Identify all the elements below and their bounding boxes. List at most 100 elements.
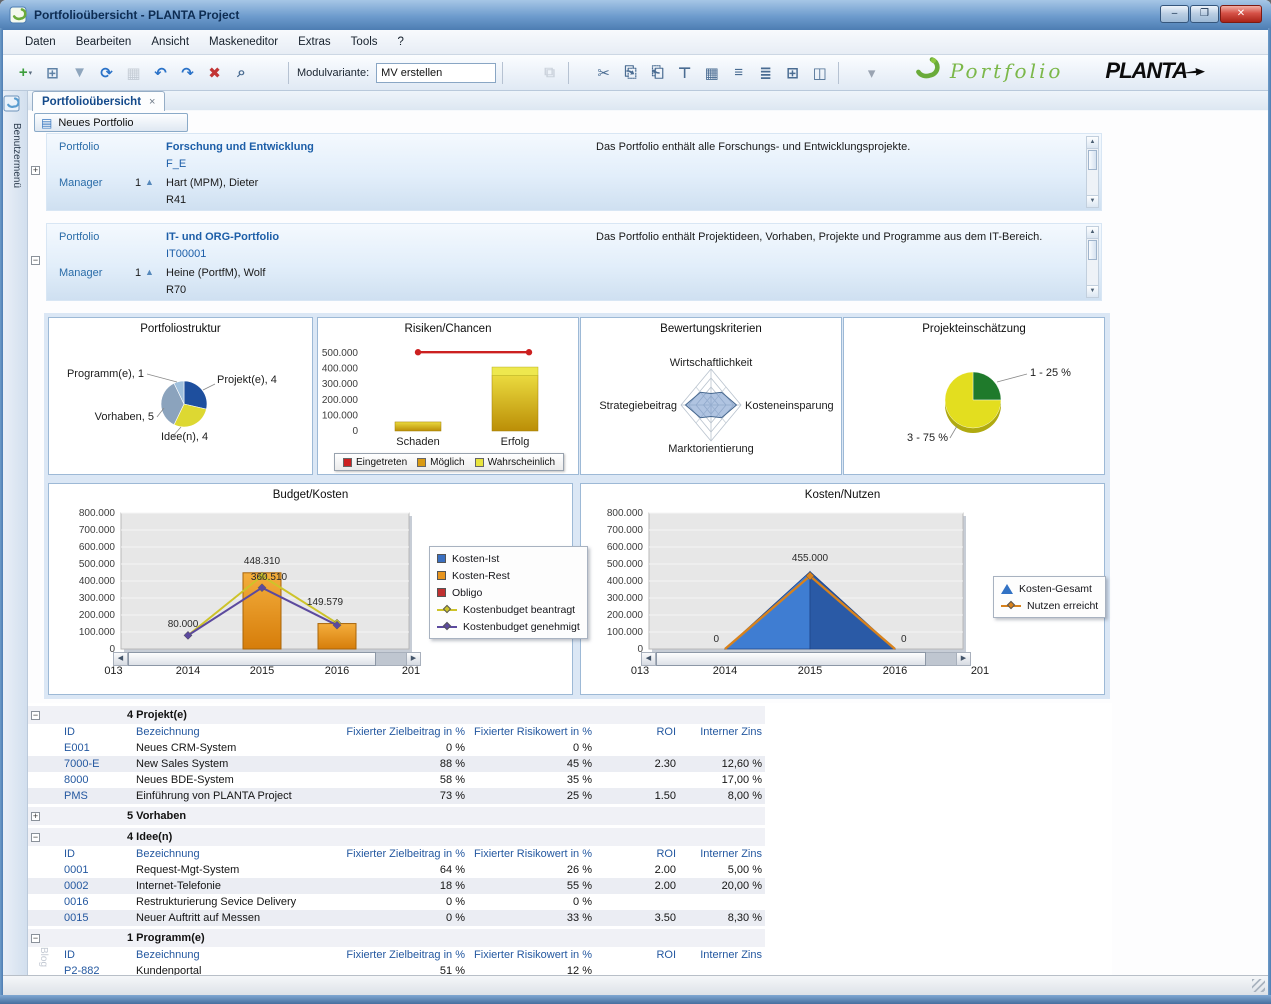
kosten-nutzen-scrollbar[interactable]: ◀▶ bbox=[641, 652, 971, 666]
numbered-list-icon[interactable]: ≣ bbox=[753, 61, 778, 85]
table-group-row[interactable]: −4 Idee(n) bbox=[28, 828, 765, 846]
toolbar-overflow-icon[interactable]: ▾ bbox=[859, 61, 884, 85]
scroll-track[interactable] bbox=[926, 653, 956, 665]
close-button[interactable]: ✕ bbox=[1220, 5, 1262, 23]
table-row[interactable]: PMSEinführung von PLANTA Project73 %25 %… bbox=[28, 788, 765, 804]
table-row[interactable]: 7000-ENew Sales System88 %45 %2.3012,60 … bbox=[28, 756, 765, 772]
grid-add-icon[interactable]: ⊞ bbox=[780, 61, 805, 85]
expand-icon[interactable]: + bbox=[31, 812, 40, 821]
portfolio-leaf-icon bbox=[911, 57, 941, 84]
resize-grip[interactable] bbox=[1252, 979, 1265, 992]
collapse-icon[interactable]: − bbox=[31, 934, 40, 943]
resource-grid-icon[interactable]: ◫ bbox=[807, 61, 832, 85]
delete-icon[interactable]: ✖ bbox=[202, 61, 227, 85]
portfolio-name-link[interactable]: Forschung und Entwicklung bbox=[166, 141, 314, 153]
insert-before-icon[interactable]: ⎘ bbox=[618, 61, 643, 85]
table-row[interactable]: 0001Request-Mgt-System64 %26 %2.005,00 % bbox=[28, 862, 765, 878]
scroll-up-button[interactable]: ▲ bbox=[1087, 137, 1098, 149]
add-icon[interactable]: +▾ bbox=[13, 61, 38, 85]
user-menu-icon[interactable] bbox=[3, 95, 20, 112]
scroll-right-button[interactable]: ▶ bbox=[406, 653, 420, 665]
save-icon[interactable]: ▦ bbox=[121, 61, 146, 85]
table-row[interactable]: 8000Neues BDE-System58 %35 %17,00 % bbox=[28, 772, 765, 788]
scroll-thumb[interactable] bbox=[1088, 150, 1097, 170]
menu-item-bearbeiten[interactable]: Bearbeiten bbox=[66, 32, 142, 52]
open-module-icon[interactable]: ⊞ bbox=[40, 61, 65, 85]
modulvariante-input[interactable] bbox=[376, 63, 496, 83]
undo-icon[interactable]: ↶ bbox=[148, 61, 173, 85]
cell-id[interactable]: 0015 bbox=[61, 912, 131, 924]
table-row[interactable]: P2-882Kundenportal51 %12 % bbox=[28, 963, 765, 975]
redo-icon[interactable]: ↷ bbox=[175, 61, 200, 85]
panel-scrollbar[interactable]: ▲▼ bbox=[1086, 136, 1099, 208]
table-row[interactable]: 0002Internet-Telefonie18 %55 %2.0020,00 … bbox=[28, 878, 765, 894]
chart-title: Kosten/Nutzen bbox=[581, 489, 1104, 501]
svg-text:80.000: 80.000 bbox=[168, 619, 199, 630]
collapse-icon[interactable]: − bbox=[31, 256, 40, 265]
maximize-button[interactable]: ❐ bbox=[1190, 5, 1219, 23]
scroll-thumb[interactable] bbox=[128, 652, 376, 666]
tab-label: Portfolioübersicht bbox=[42, 96, 141, 108]
minimize-button[interactable]: – bbox=[1160, 5, 1189, 23]
scroll-down-button[interactable]: ▼ bbox=[1087, 285, 1098, 297]
filter-icon[interactable]: ▼ bbox=[67, 61, 92, 85]
svg-text:300.000: 300.000 bbox=[322, 379, 359, 390]
table-group-row[interactable]: − 1 Programm(e) bbox=[28, 929, 765, 947]
tab-close-icon[interactable]: × bbox=[149, 96, 155, 108]
portfolio-id-link[interactable]: IT00001 bbox=[166, 248, 206, 260]
cell-id[interactable]: 8000 bbox=[61, 774, 131, 786]
cell-id[interactable]: PMS bbox=[61, 790, 131, 802]
cut-icon[interactable]: ✂ bbox=[591, 61, 616, 85]
scroll-track[interactable] bbox=[376, 653, 406, 665]
chart-legend: Kosten-IstKosten-RestObligoKostenbudget … bbox=[429, 546, 588, 639]
cell-id[interactable]: 0001 bbox=[61, 864, 131, 876]
menu-item-daten[interactable]: Daten bbox=[15, 32, 66, 52]
add-dropdown-icon[interactable]: ▾ bbox=[29, 69, 33, 77]
refresh-icon[interactable]: ⟳ bbox=[94, 61, 119, 85]
menu-item-help[interactable]: ? bbox=[388, 32, 414, 52]
title-bar[interactable]: Portfolioübersicht - PLANTA Project –❐✕ bbox=[0, 0, 1271, 30]
menu-item-maskeneditor[interactable]: Maskeneditor bbox=[199, 32, 288, 52]
menu-item-extras[interactable]: Extras bbox=[288, 32, 341, 52]
user-menu-sidebar[interactable]: Benutzermenü bbox=[3, 91, 28, 975]
table-group-row[interactable]: −4 Projekt(e) bbox=[28, 706, 765, 724]
cell-id[interactable]: E001 bbox=[61, 742, 131, 754]
copy-module-variant-icon[interactable]: ⧉ bbox=[537, 61, 562, 85]
svg-text:Schaden: Schaden bbox=[396, 436, 439, 448]
table-group-row[interactable]: +5 Vorhaben bbox=[28, 807, 765, 825]
tab-portfoliouebersicht[interactable]: Portfolioübersicht × bbox=[32, 91, 165, 111]
promote-icon[interactable]: ⊤ bbox=[672, 61, 697, 85]
scroll-thumb[interactable] bbox=[1088, 240, 1097, 260]
group-title: 1 Programm(e) bbox=[127, 932, 205, 944]
scroll-up-button[interactable]: ▲ bbox=[1087, 227, 1098, 239]
collapse-icon[interactable]: − bbox=[31, 833, 40, 842]
insert-after-icon[interactable]: ⎗ bbox=[645, 61, 670, 85]
table-row[interactable]: 0016Restrukturierung Sevice Delivery0 %0… bbox=[28, 894, 765, 910]
scroll-thumb[interactable] bbox=[656, 652, 926, 666]
portfolio-name-link[interactable]: IT- und ORG-Portfolio bbox=[166, 231, 279, 243]
scroll-right-button[interactable]: ▶ bbox=[956, 653, 970, 665]
scroll-left-button[interactable]: ◀ bbox=[114, 653, 128, 665]
preview-icon[interactable]: ⌕ bbox=[229, 61, 254, 85]
cell-id[interactable]: P2-882 bbox=[61, 965, 131, 975]
neues-portfolio-button[interactable]: ▤ Neues Portfolio bbox=[34, 113, 188, 132]
cell-id[interactable]: 7000-E bbox=[61, 758, 131, 770]
panel-scrollbar[interactable]: ▲▼ bbox=[1086, 226, 1099, 298]
table-row[interactable]: 0015Neuer Auftritt auf Messen0 %33 %3.50… bbox=[28, 910, 765, 926]
chart-view-icon[interactable]: ▦ bbox=[699, 61, 724, 85]
scroll-left-button[interactable]: ◀ bbox=[642, 653, 656, 665]
list-view-icon[interactable]: ≡ bbox=[726, 61, 751, 85]
expand-icon[interactable]: + bbox=[31, 166, 40, 175]
svg-text:600.000: 600.000 bbox=[79, 542, 116, 553]
svg-text:360.510: 360.510 bbox=[251, 572, 288, 583]
collapse-icon[interactable]: − bbox=[31, 711, 40, 720]
menu-item-ansicht[interactable]: Ansicht bbox=[141, 32, 199, 52]
svg-text:Vorhaben, 5: Vorhaben, 5 bbox=[95, 411, 154, 423]
portfolio-id-link[interactable]: F_E bbox=[166, 158, 186, 170]
cell-id[interactable]: 0002 bbox=[61, 880, 131, 892]
budget-kosten-scrollbar[interactable]: ◀▶ bbox=[113, 652, 421, 666]
table-row[interactable]: E001Neues CRM-System0 %0 % bbox=[28, 740, 765, 756]
menu-item-tools[interactable]: Tools bbox=[341, 32, 388, 52]
cell-id[interactable]: 0016 bbox=[61, 896, 131, 908]
scroll-down-button[interactable]: ▼ bbox=[1087, 195, 1098, 207]
